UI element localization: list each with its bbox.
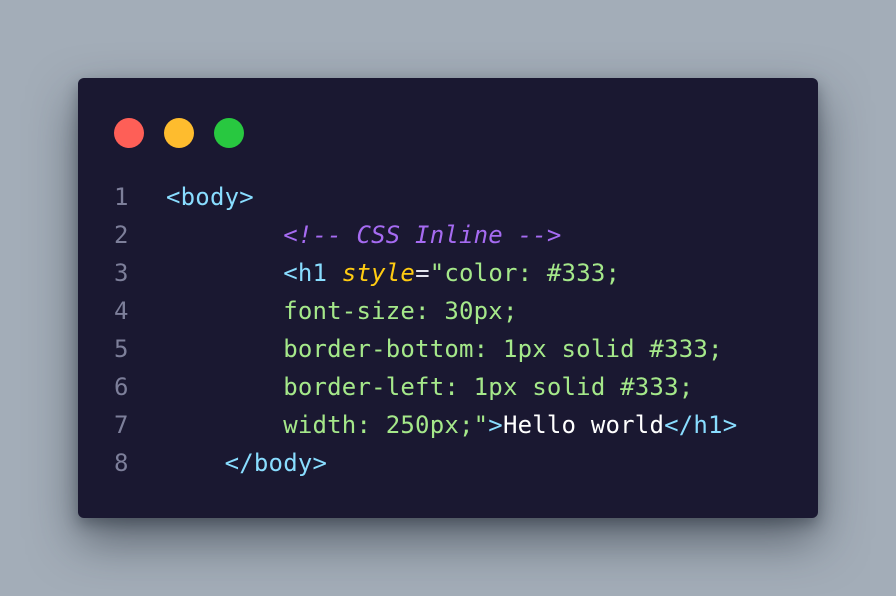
line-number: 3 (114, 259, 129, 287)
token-string: "color: #333; (429, 259, 621, 287)
token-attribute: style (341, 259, 416, 287)
code-line: 2 <!-- CSS Inline --> (78, 216, 818, 254)
code-line: 6 border-left: 1px solid #333; (78, 368, 818, 406)
code-text: border-left: 1px solid #333; (166, 368, 693, 406)
code-text: </body> (166, 444, 327, 482)
line-number: 5 (114, 335, 129, 363)
line-number: 2 (114, 221, 129, 249)
code-line: 8 </body> (78, 444, 818, 482)
code-text: font-size: 30px; (166, 292, 518, 330)
token-text: Hello world (502, 411, 665, 439)
code-line: 7 width: 250px;">Hello world</h1> (78, 406, 818, 444)
code-block: 1 <body> 2 <!-- CSS Inline --> 3 <h1 style=… (78, 178, 818, 482)
zoom-dot-icon[interactable] (214, 118, 244, 148)
code-text: border-bottom: 1px solid #333; (166, 330, 723, 368)
code-line: 4 font-size: 30px; (78, 292, 818, 330)
code-text: <!-- CSS Inline --> (166, 216, 562, 254)
token-string: border-left: 1px solid #333; (283, 373, 694, 401)
window-controls (114, 118, 244, 148)
line-number: 6 (114, 373, 129, 401)
code-text: <h1 style="color: #333; (166, 254, 620, 292)
token-tag: </h1> (664, 411, 738, 439)
code-text: width: 250px;">Hello world</h1> (166, 406, 737, 444)
close-dot-icon[interactable] (114, 118, 144, 148)
code-line: 1 <body> (78, 178, 818, 216)
token-comment: <!-- CSS Inline --> (283, 221, 562, 249)
token-tag: </body> (224, 449, 328, 477)
token-tag: > (488, 411, 503, 439)
line-number: 7 (114, 411, 129, 439)
code-line: 3 <h1 style="color: #333; (78, 254, 818, 292)
token-punct: = (415, 259, 430, 287)
code-text: <body> (166, 178, 254, 216)
minimize-dot-icon[interactable] (164, 118, 194, 148)
line-number: 8 (114, 449, 129, 477)
token-tag: <h1 (283, 259, 342, 287)
code-line: 5 border-bottom: 1px solid #333; (78, 330, 818, 368)
line-number: 4 (114, 297, 129, 325)
token-string: font-size: 30px; (283, 297, 518, 325)
code-window: 1 <body> 2 <!-- CSS Inline --> 3 <h1 style=… (78, 78, 818, 518)
token-tag: <body> (166, 183, 254, 211)
token-string: width: 250px;" (283, 411, 489, 439)
line-number: 1 (114, 183, 129, 211)
token-string: border-bottom: 1px solid #333; (283, 335, 723, 363)
